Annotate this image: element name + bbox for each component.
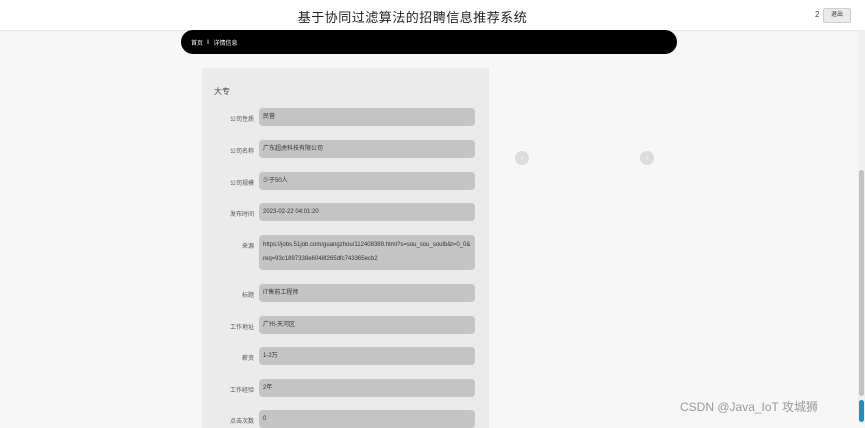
field-value-source-url[interactable]: https://jobs.51job.com/guangzhou/1124083… — [259, 235, 475, 270]
field-label: 标题 — [241, 293, 254, 299]
chevron-right-icon: › — [645, 153, 649, 162]
field-label: 来源 — [241, 244, 254, 250]
field-label: 薪资 — [241, 356, 254, 362]
field-value: 0 — [259, 410, 475, 428]
breadcrumb-home-link[interactable]: 首页 — [191, 38, 203, 47]
field-value: 少于50人 — [259, 172, 475, 190]
scrollbar-thumb[interactable] — [859, 170, 864, 396]
field-value: 民营 — [259, 108, 475, 126]
carousel-prev-button[interactable]: ‹ — [515, 151, 529, 165]
carousel-next-button[interactable]: › — [640, 151, 654, 165]
field-value: 2023-02-22 04:01:20 — [259, 203, 475, 221]
top-header: 基于协同过滤算法的招聘信息推荐系统 2 退出 — [0, 0, 865, 31]
scrollbar-accent — [859, 400, 864, 422]
field-value: IT售前工程师 — [259, 284, 475, 302]
field-value: 广州-天河区 — [259, 316, 475, 334]
field-label: 公司性质 — [229, 117, 254, 123]
logout-button[interactable]: 退出 — [823, 8, 851, 23]
breadcrumb-separator: ‖ — [207, 39, 210, 46]
breadcrumb-current: 详情信息 — [213, 41, 238, 47]
field-label: 公司名称 — [229, 149, 254, 155]
field-label: 工作地址 — [229, 325, 254, 331]
detail-card: 大专 公司性质 民营 公司名称 广东超虎科技有限公司 公司规模 少于50人 发布… — [202, 68, 489, 428]
user-count[interactable]: 2 — [815, 10, 819, 19]
page-scrollbar[interactable] — [858, 30, 865, 422]
site-title: 基于协同过滤算法的招聘信息推荐系统 — [297, 10, 528, 25]
field-value: 2年 — [259, 379, 475, 397]
field-value: 广东超虎科技有限公司 — [259, 140, 475, 158]
field-label: 公司规模 — [229, 181, 254, 187]
field-label: 点击次数 — [229, 419, 254, 425]
field-label: 工作经验 — [229, 388, 254, 394]
breadcrumb: 首页 ‖ 详情信息 — [181, 30, 677, 54]
watermark: CSDN @Java_IoT 攻城狮 — [680, 400, 818, 414]
chevron-left-icon: ‹ — [520, 153, 524, 162]
detail-heading: 大专 — [214, 87, 230, 96]
field-label: 发布时间 — [229, 212, 254, 218]
field-value: 1-2万 — [259, 347, 475, 365]
